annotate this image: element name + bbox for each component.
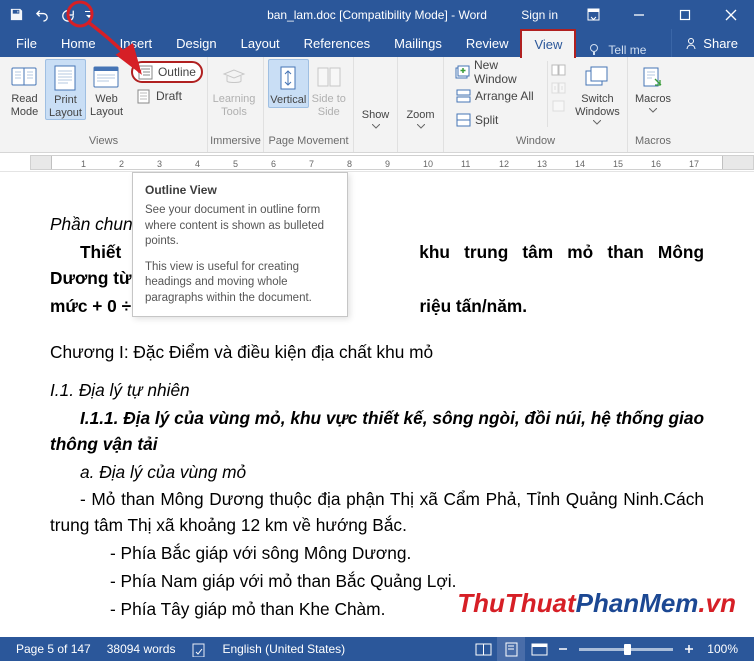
chevron-down-icon — [649, 108, 657, 113]
view-web-layout-icon[interactable] — [525, 637, 553, 661]
screentip-outline-view: Outline View See your document in outlin… — [132, 172, 348, 317]
group-macros: Macros Macros — [628, 57, 678, 152]
zoom-level[interactable]: 100% — [699, 637, 746, 661]
arrange-all-icon — [455, 88, 471, 104]
zoom-out-button[interactable] — [553, 637, 573, 661]
web-layout-button[interactable]: Web Layout — [86, 59, 127, 118]
group-page-movement-label: Page Movement — [264, 135, 353, 152]
group-views: Read Mode Print Layout Web Layout — [0, 57, 208, 152]
ribbon: Read Mode Print Layout Web Layout — [0, 57, 754, 153]
maximize-icon[interactable] — [662, 0, 708, 29]
vertical-icon — [272, 64, 304, 92]
undo-icon[interactable] — [30, 3, 54, 27]
horizontal-ruler[interactable]: 1 2 3 4 5 6 7 8 9 10 11 12 13 14 15 16 1… — [0, 153, 754, 172]
tab-review[interactable]: Review — [454, 30, 521, 57]
status-page[interactable]: Page 5 of 147 — [8, 637, 99, 661]
side-to-side-button: Side to Side — [309, 59, 349, 118]
zoom-slider-thumb[interactable] — [624, 644, 631, 655]
chevron-down-icon — [417, 124, 425, 129]
document-page[interactable]: Phần chung Thiếtxxxxxxxxxxxxxxxxxxxxxxxx… — [0, 172, 754, 622]
status-language[interactable]: English (United States) — [214, 637, 353, 661]
reset-window-icon — [551, 99, 566, 113]
chevron-down-icon — [372, 124, 380, 129]
qat-customize-icon[interactable] — [82, 3, 96, 27]
group-zoom: Zoom — [398, 57, 444, 152]
redo-icon[interactable] — [56, 3, 80, 27]
sign-in-link[interactable]: Sign in — [509, 8, 570, 22]
read-mode-icon — [8, 63, 40, 91]
ribbon-display-options-icon[interactable] — [570, 0, 616, 29]
vertical-button[interactable]: Vertical — [268, 59, 309, 108]
share-icon — [684, 36, 698, 50]
learning-tools-icon — [218, 63, 250, 91]
tab-design[interactable]: Design — [164, 30, 228, 57]
status-words[interactable]: 38094 words — [99, 637, 184, 661]
print-layout-button[interactable]: Print Layout — [45, 59, 86, 120]
sync-scroll-icon — [551, 81, 566, 95]
switch-windows-button[interactable]: Switch Windows — [572, 59, 623, 125]
view-print-layout-icon[interactable] — [497, 637, 525, 661]
outline-button[interactable]: Outline — [131, 61, 203, 83]
side-to-side-icon — [313, 63, 345, 91]
macros-button[interactable]: Macros — [632, 59, 674, 113]
watermark: ThuThuatPhanMem.vn — [457, 588, 736, 619]
zoom-slider[interactable] — [579, 648, 673, 651]
new-window-icon — [455, 64, 470, 80]
tab-file[interactable]: File — [4, 30, 49, 57]
learning-tools-button: Learning Tools — [212, 59, 256, 118]
screentip-title: Outline View — [145, 183, 335, 197]
group-window-label: Window — [444, 135, 627, 152]
group-show: Show — [354, 57, 398, 152]
print-layout-icon — [49, 64, 81, 92]
window-compare-group — [547, 61, 567, 127]
screentip-body: See your document in outline form where … — [145, 203, 335, 250]
status-proofing-icon[interactable] — [183, 637, 214, 661]
document-area[interactable]: Phần chung Thiếtxxxxxxxxxxxxxxxxxxxxxxxx… — [0, 172, 754, 622]
tell-me-search[interactable]: Tell me — [576, 43, 658, 57]
macros-icon — [637, 63, 669, 91]
split-icon — [455, 112, 471, 128]
quick-access-toolbar — [0, 3, 100, 27]
group-immersive: Learning Tools Immersive — [208, 57, 264, 152]
minimize-icon[interactable] — [616, 0, 662, 29]
group-page-movement: Vertical Side to Side Page Movement — [264, 57, 354, 152]
show-dropdown[interactable]: Show — [358, 59, 393, 129]
tab-view[interactable]: View — [520, 29, 576, 58]
read-mode-button[interactable]: Read Mode — [4, 59, 45, 118]
tab-mailings[interactable]: Mailings — [382, 30, 454, 57]
close-icon[interactable] — [708, 0, 754, 29]
view-read-mode-icon[interactable] — [469, 637, 497, 661]
title-bar: ban_lam.doc [Compatibility Mode] - Word … — [0, 0, 754, 29]
lightbulb-icon — [588, 43, 602, 57]
chevron-down-icon — [593, 120, 601, 125]
tab-home[interactable]: Home — [49, 30, 108, 57]
view-side-by-side-icon[interactable] — [551, 63, 566, 77]
zoom-in-button[interactable] — [679, 637, 699, 661]
group-immersive-label: Immersive — [208, 135, 263, 152]
draft-icon — [136, 88, 152, 104]
outline-icon — [138, 64, 154, 80]
group-macros-label: Macros — [628, 135, 678, 152]
tab-references[interactable]: References — [292, 30, 382, 57]
group-window: New Window Arrange All Split — [444, 57, 628, 152]
group-views-label: Views — [0, 135, 207, 152]
arrange-all-button[interactable]: Arrange All — [450, 85, 541, 107]
switch-windows-icon — [581, 63, 613, 91]
web-layout-icon — [90, 63, 122, 91]
ribbon-tabstrip: File Home Insert Design Layout Reference… — [0, 29, 754, 57]
draft-button[interactable]: Draft — [131, 85, 203, 107]
status-bar: Page 5 of 147 38094 words English (Unite… — [0, 637, 754, 661]
tab-insert[interactable]: Insert — [108, 30, 165, 57]
zoom-dropdown[interactable]: Zoom — [402, 59, 439, 129]
new-window-button[interactable]: New Window — [450, 61, 541, 83]
split-button[interactable]: Split — [450, 109, 541, 131]
tab-layout[interactable]: Layout — [229, 30, 292, 57]
screentip-body: This view is useful for creating heading… — [145, 260, 335, 307]
save-icon[interactable] — [4, 3, 28, 27]
share-button[interactable]: Share — [671, 29, 750, 57]
